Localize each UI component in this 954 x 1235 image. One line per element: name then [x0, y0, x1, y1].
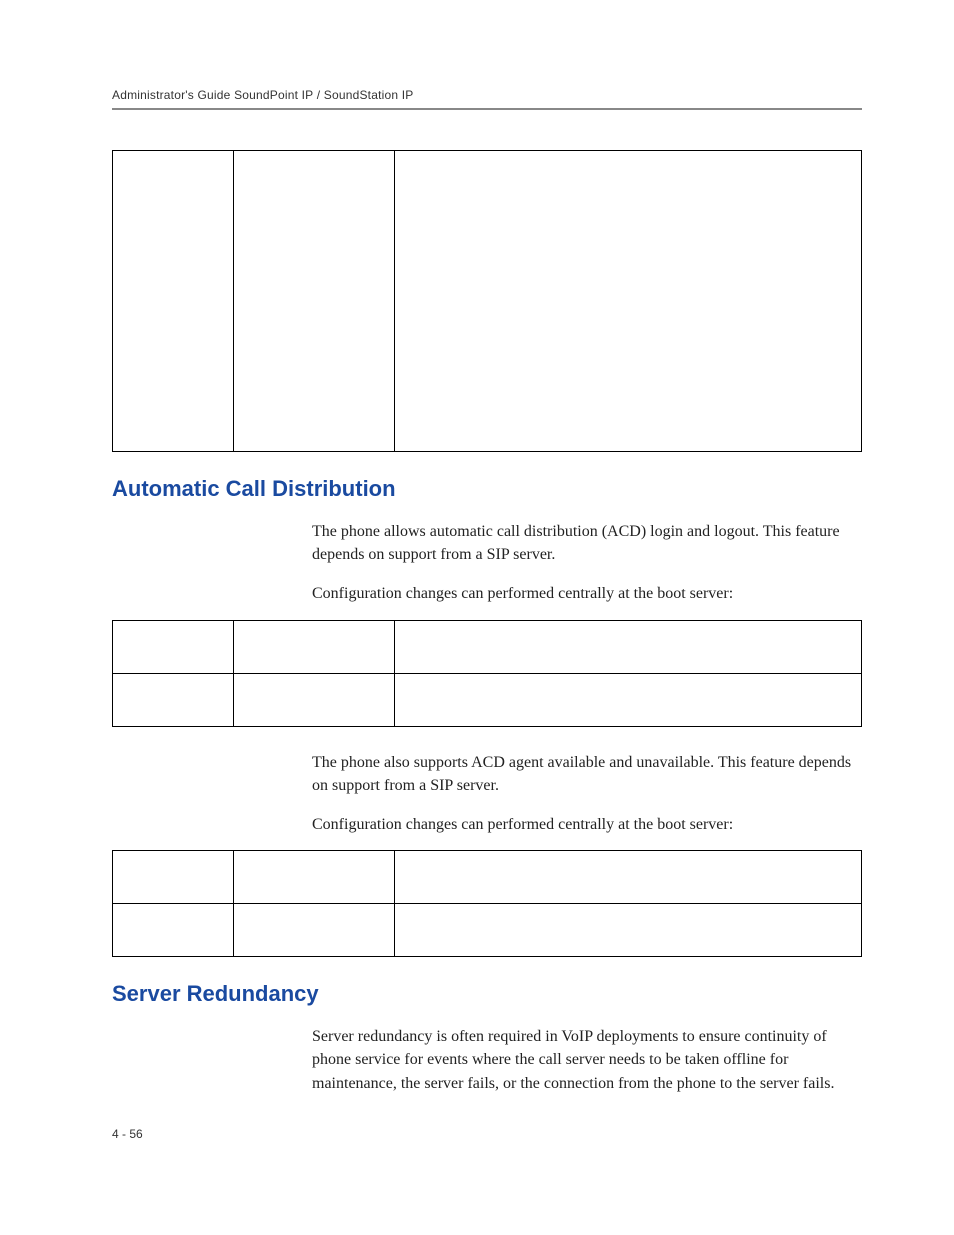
body-paragraph: The phone allows automatic call distribu… [312, 520, 862, 566]
table-cell [234, 851, 395, 904]
running-header: Administrator's Guide SoundPoint IP / So… [112, 88, 862, 102]
table-cell [395, 851, 862, 904]
table-cell [395, 904, 862, 957]
body-paragraph: Server redundancy is often required in V… [312, 1025, 862, 1095]
section-heading-acd: Automatic Call Distribution [112, 476, 862, 502]
table-cell [395, 620, 862, 673]
config-table-acd-2 [112, 850, 862, 957]
table-cell [113, 151, 234, 452]
table-cell [234, 673, 395, 726]
config-table-top [112, 150, 862, 452]
table-cell [395, 151, 862, 452]
section-heading-server-redundancy: Server Redundancy [112, 981, 862, 1007]
body-paragraph: Configuration changes can performed cent… [312, 813, 862, 836]
table-cell [113, 851, 234, 904]
page-number: 4 - 56 [112, 1127, 143, 1141]
table-cell [234, 904, 395, 957]
table-cell [234, 620, 395, 673]
document-page: Administrator's Guide SoundPoint IP / So… [0, 0, 954, 1235]
config-table-acd-1 [112, 620, 862, 727]
table-cell [113, 904, 234, 957]
table-cell [234, 151, 395, 452]
table-cell [113, 673, 234, 726]
body-paragraph: Configuration changes can performed cent… [312, 582, 862, 605]
header-divider [112, 108, 862, 110]
table-cell [113, 620, 234, 673]
table-cell [395, 673, 862, 726]
body-paragraph: The phone also supports ACD agent availa… [312, 751, 862, 797]
